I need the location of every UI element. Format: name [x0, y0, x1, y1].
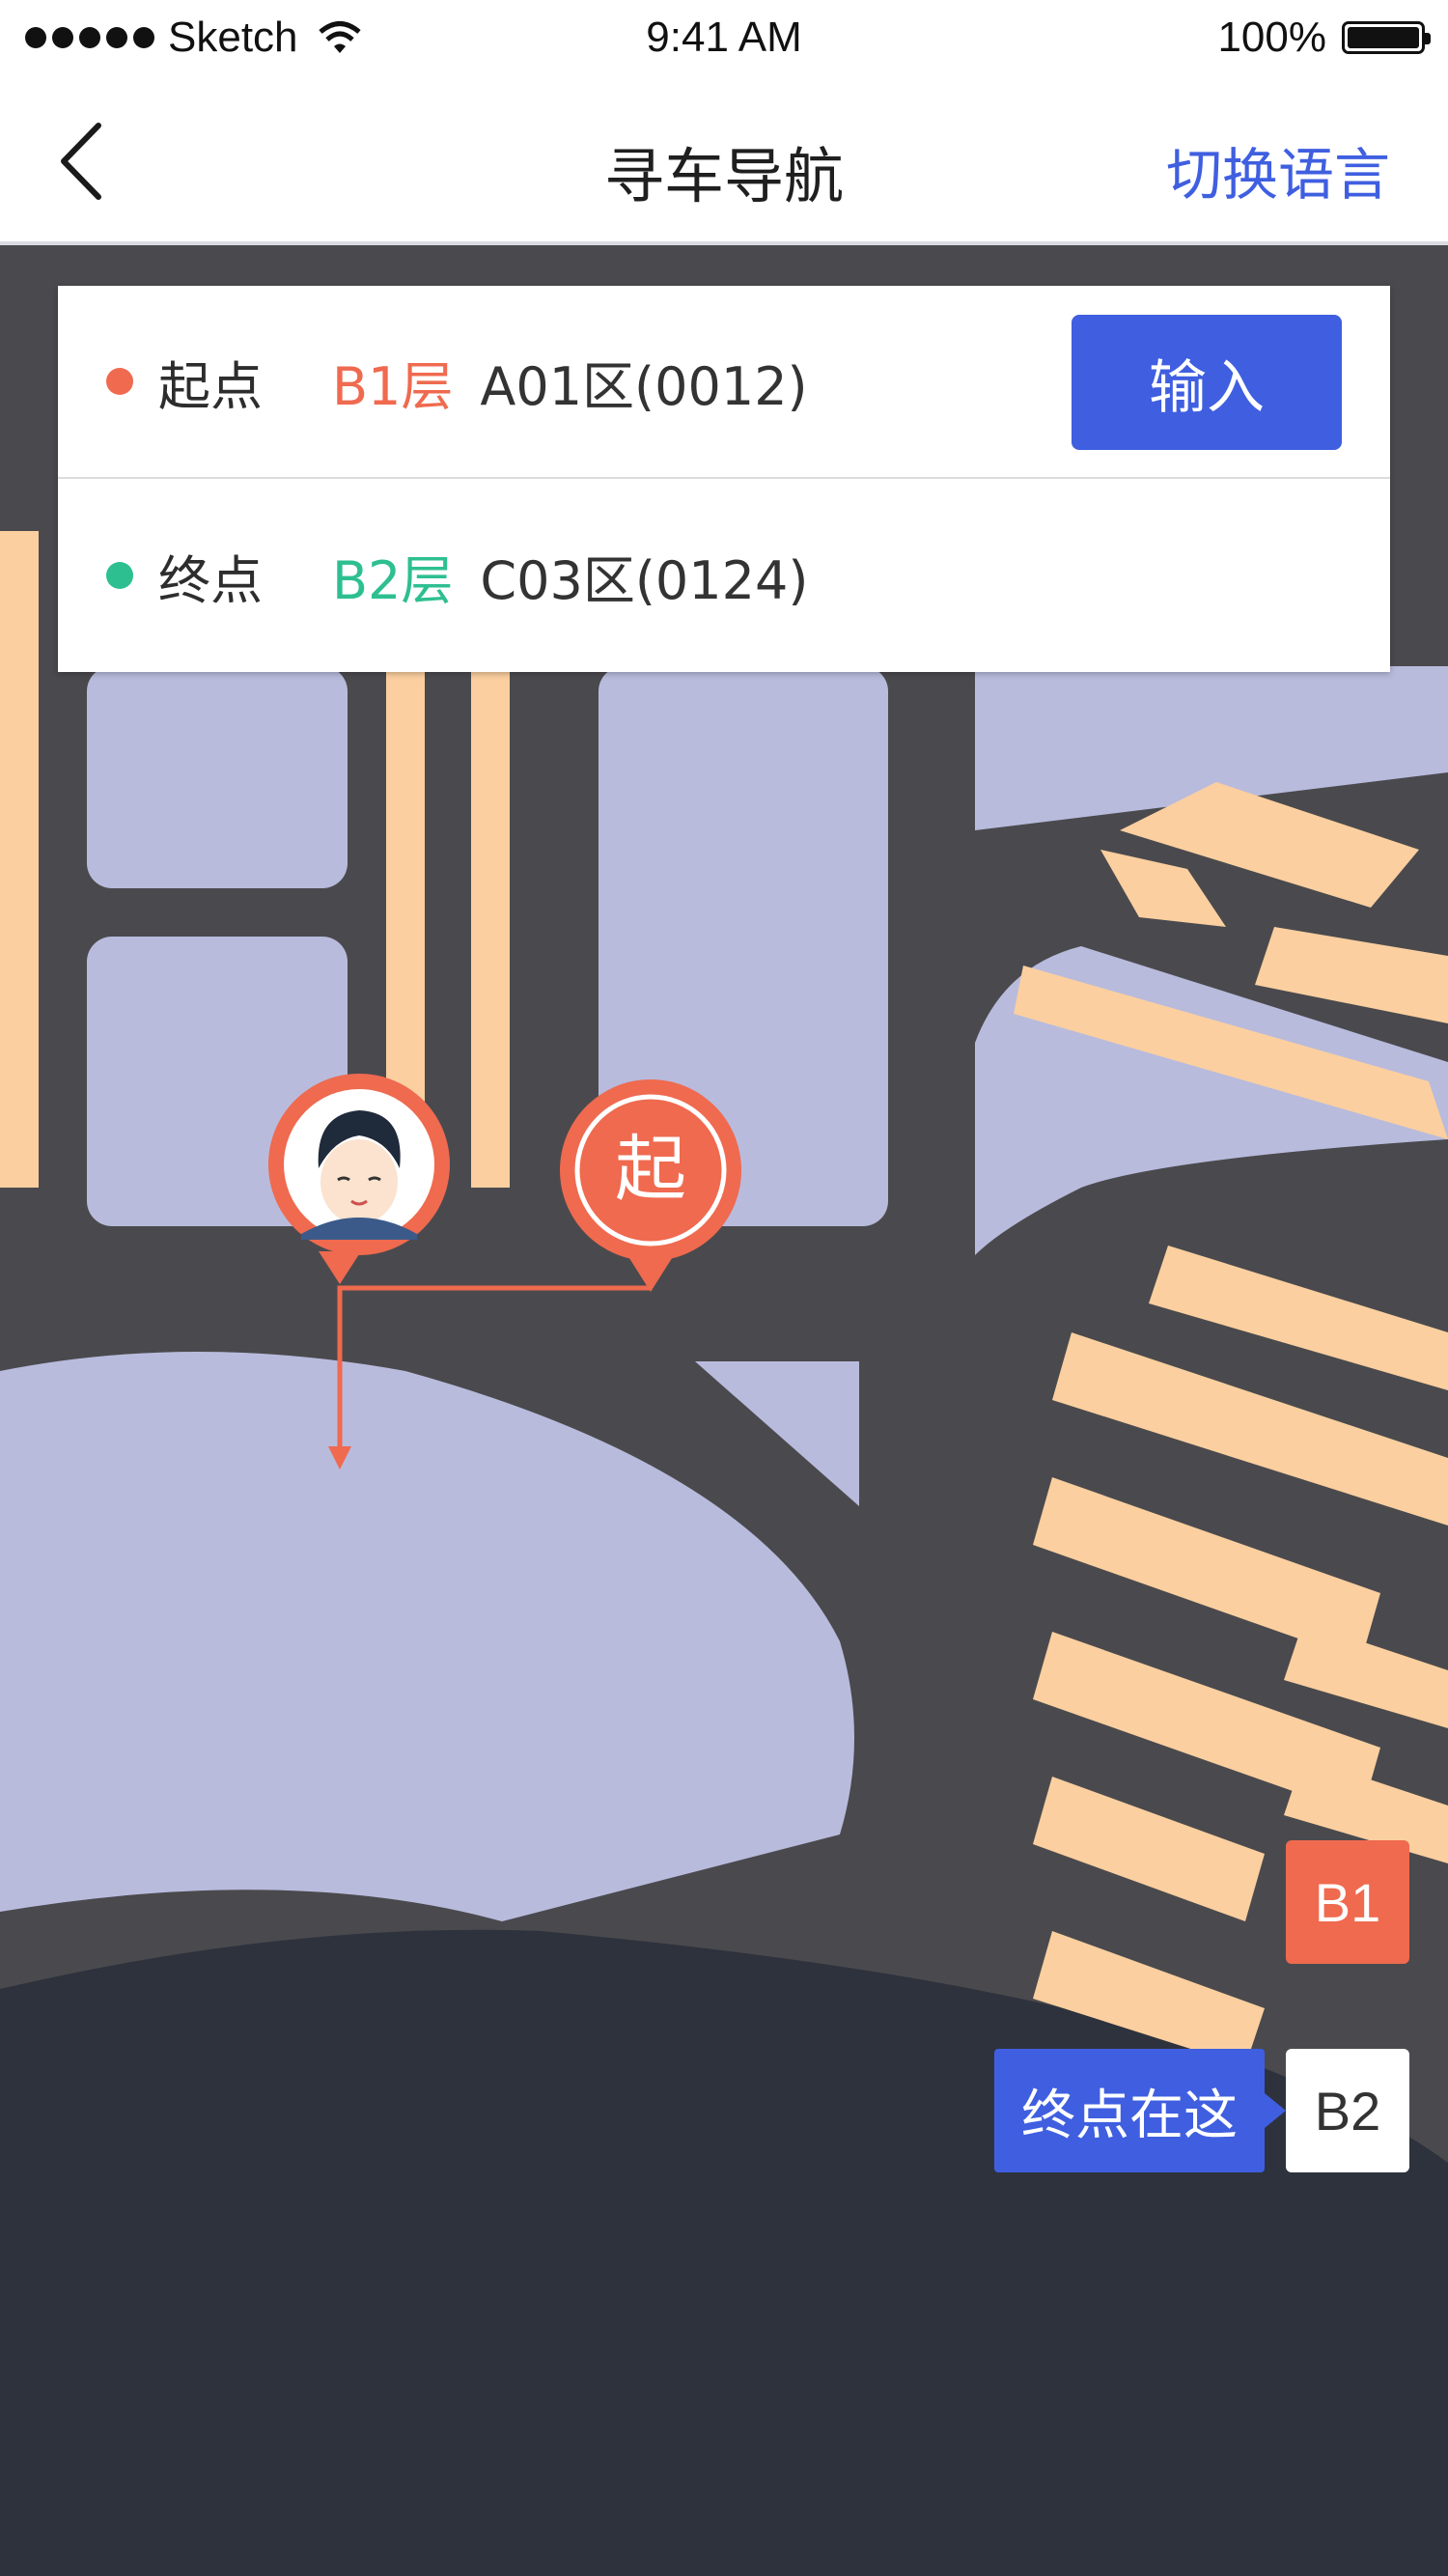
battery-percent: 100%	[1217, 14, 1326, 61]
navigation-bar: 寻车导航 切换语言	[0, 79, 1448, 245]
start-marker-label: 起	[615, 1128, 686, 1211]
end-zone: C03区(0124)	[480, 549, 809, 611]
status-right: 100%	[1217, 14, 1431, 62]
route-end-row: 终点 B2层 C03区(0124)	[58, 479, 1390, 672]
route-card: 起点 B1层 A01区(0012) 输入 终点 B2层 C03区(0124)	[58, 286, 1390, 672]
switch-language-button[interactable]: 切换语言	[1166, 129, 1390, 210]
start-floor: B1层	[332, 355, 454, 417]
destination-tooltip: 终点在这	[994, 2049, 1286, 2172]
battery-icon	[1342, 21, 1431, 54]
floor-b2-button[interactable]: B2	[1286, 2049, 1409, 2172]
end-floor: B2层	[332, 549, 454, 611]
end-dot-icon	[106, 562, 133, 589]
start-dot-icon	[106, 368, 133, 395]
start-zone: A01区(0012)	[480, 355, 808, 417]
input-button[interactable]: 输入	[1072, 315, 1342, 450]
end-label: 终点	[158, 549, 263, 611]
status-bar: Sketch 9:41 AM 100%	[0, 0, 1448, 79]
start-label: 起点	[158, 355, 263, 417]
route-start-row: 起点 B1层 A01区(0012) 输入	[58, 286, 1390, 479]
floor-b1-button[interactable]: B1	[1286, 1840, 1409, 1964]
